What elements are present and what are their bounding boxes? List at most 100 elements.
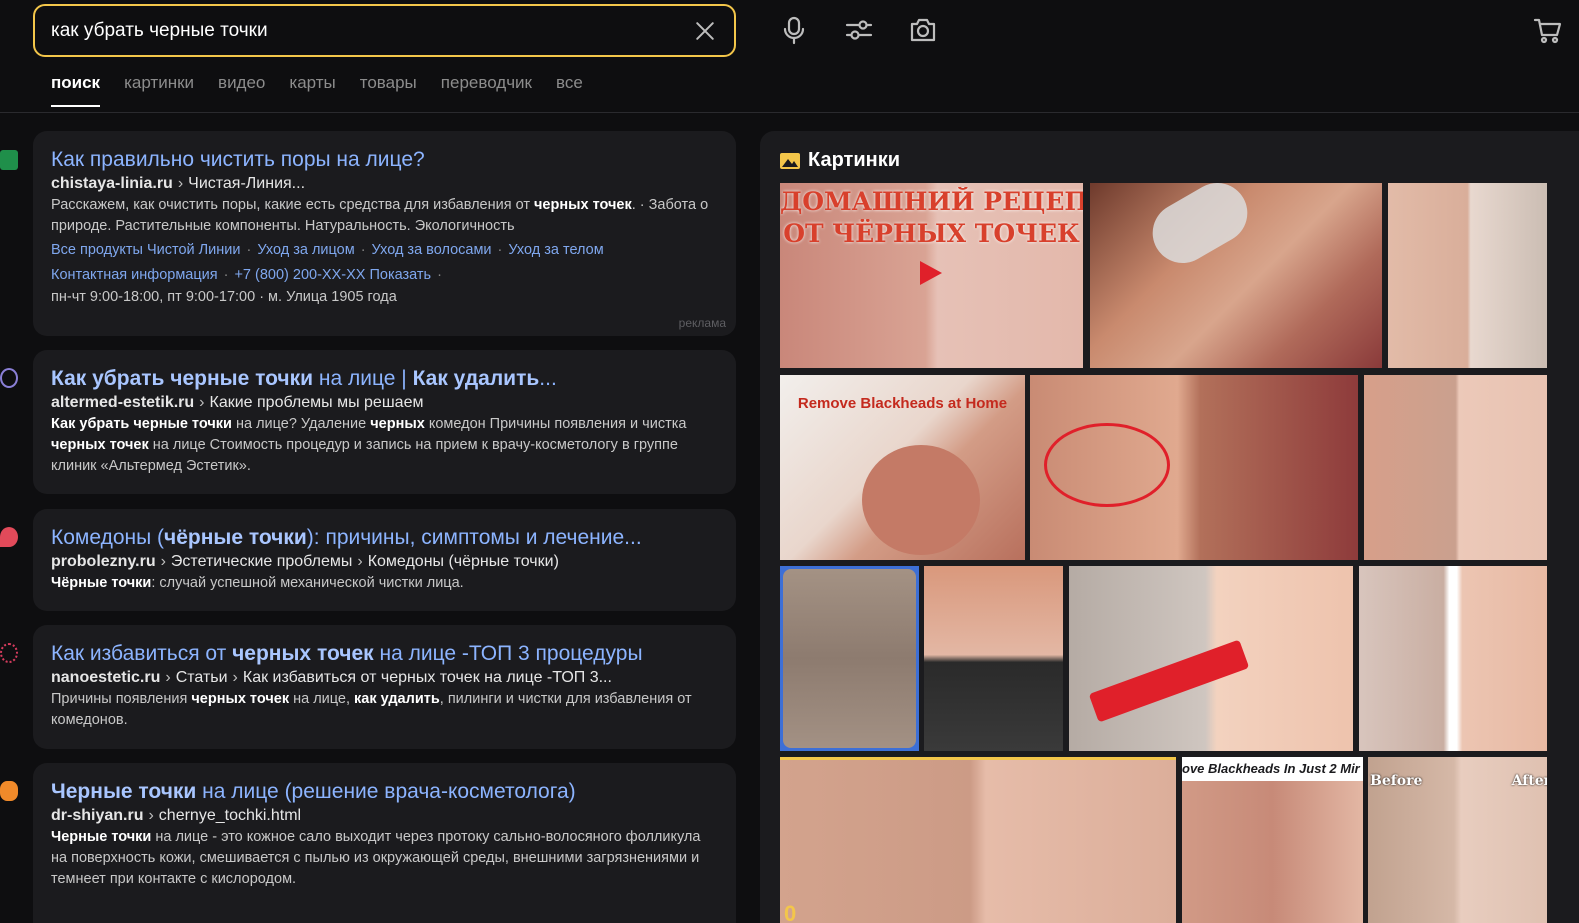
breadcrumb-separator: › [199,394,205,411]
breadcrumb-separator: › [357,553,363,570]
image-thumbnail-remove-at-home[interactable]: Remove Blackheads at Home [780,375,1025,560]
title-text: на лице (решение врача-косметолога) [196,780,576,803]
filters-icon[interactable] [843,14,875,46]
tab-video[interactable]: видео [218,73,265,105]
snippet-highlight: черных точек [51,437,149,453]
image-thumbnail-charcoal-mask[interactable] [924,566,1063,751]
thumbnail-caption: ОТ ЧЁРНЫХ ТОЧЕК [783,219,1080,248]
title-highlight: чёрные точки [164,526,307,549]
tab-translator[interactable]: переводчик [441,73,532,105]
microphone-icon[interactable] [778,14,810,46]
thumbnail-caption: Remove Blackheads at Home [797,395,1008,412]
probolezny-favicon [0,527,18,547]
tab-images[interactable]: картинки [124,73,194,105]
title-text: на лице -ТОП 3 процедуры [373,642,643,665]
nose-shape [862,445,980,555]
snippet-highlight: Черные точки [51,829,152,845]
result-url[interactable]: altermed-estetik.ru › Какие проблемы мы ре… [51,392,718,414]
result-path: Эстетические проблемы [170,553,353,570]
images-title: Картинки [808,149,901,171]
image-thumbnail-2-minutes[interactable]: ove Blackheads In Just 2 Mir [1182,757,1363,923]
red-circle-mark [1044,423,1170,507]
snippet-text: комедон Причины появления и чистка [424,416,687,432]
result-host: altermed-estetik.ru [51,394,195,411]
result-url[interactable]: chistaya-linia.ru › Чистая-Линия... [51,173,718,195]
image-thumbnail-pore-strip[interactable] [1069,566,1353,751]
result-hours: пн-чт 9:00-18:00, пт 9:00-17:00 · м. Ули… [51,289,397,305]
result-title[interactable]: Черные точки на лице (решение врача-косм… [51,779,718,805]
images-header[interactable]: Картинки [780,149,900,172]
result-snippet: Расскажем, как очистить поры, какие есть… [51,195,718,237]
result-title[interactable]: Комедоны (чёрные точки): причины, симпто… [51,525,718,551]
result-url[interactable]: nanoestetic.ru › Статьи › Как избавиться от … [51,667,718,689]
image-thumbnail-before-after-swab[interactable]: Before After [1368,757,1547,923]
snippet-highlight: Как убрать черные точки [51,416,232,432]
images-icon [780,152,800,169]
tab-products[interactable]: товары [360,73,417,105]
search-input[interactable] [51,19,692,42]
red-arrow-icon [920,261,942,285]
image-thumbnail-nose-circled[interactable] [1030,375,1358,560]
breadcrumb-separator: › [148,807,154,824]
contact-info-link[interactable]: Контактная информация [51,267,218,283]
result-path: Как избавиться от черных точек на лице -… [242,669,612,686]
title-text: Как избавиться от [51,642,233,665]
clear-search-button[interactable] [692,18,718,44]
ad-label: реклама [678,316,726,330]
search-result: Как избавиться от черных точек на лице -… [33,625,736,749]
dr-shiyan-favicon [0,781,18,801]
tab-all[interactable]: все [556,73,583,105]
result-contact-links: Контактная информация · +7 (800) 200-XX-XX… [51,267,442,283]
result-path: chernye_tochki.html [158,807,302,824]
red-arrow-icon [1088,639,1250,723]
result-title[interactable]: Как правильно чистить поры на лице? [51,147,718,173]
snippet-highlight: черных точек [534,197,632,213]
result-url[interactable]: probolezny.ru › Эстетические проблемы › Коме… [51,551,718,573]
title-highlight: Черные точки [51,780,197,803]
nanoestetic-favicon [0,643,18,663]
image-thumbnail-nose-lips[interactable]: 0 [780,757,1176,923]
snippet-text: Причины появления [51,691,192,707]
snippet-highlight: черных точек [191,691,290,707]
snippet-highlight: Чёрные точки [51,575,152,591]
search-result: Как убрать черные точки на лице | Как уд… [33,350,736,494]
breadcrumb-separator: › [160,553,166,570]
result-path: Комедоны (чёрные точки) [367,553,559,570]
result-url[interactable]: dr-shiyan.ru › chernye_tochki.html [51,805,718,827]
thumbnail-caption: ДОМАШНИЙ РЕЦЕПТ [780,187,1083,216]
snippet-text: : случай успешной механической чистки ли… [151,575,464,591]
thumbnail-caption: 0 [784,901,797,923]
snippet-text: на лице? Удаление [231,416,371,432]
search-result-ad: Как правильно чистить поры на лице? chis… [33,131,736,336]
image-thumbnail-home-recipe[interactable]: ДОМАШНИЙ РЕЦЕПТ ОТ ЧЁРНЫХ ТОЧЕК [780,183,1083,368]
breadcrumb-separator: › [232,669,238,686]
result-host: probolezny.ru [51,553,156,570]
result-path: Чистая-Линия... [188,175,306,192]
sitelink[interactable]: Уход за лицом [257,242,354,258]
image-thumbnail-before-after-noses[interactable] [1359,566,1547,751]
camera-icon[interactable] [907,14,939,46]
title-highlight: черных точек [232,642,374,665]
sitelink[interactable]: Уход за телом [508,242,603,258]
result-title[interactable]: Как убрать черные точки на лице | Как уд… [51,366,718,392]
title-highlight: Как удалить [412,367,540,390]
sitelink[interactable]: Уход за волосами [372,242,492,258]
image-thumbnail-blackheads-closeup[interactable] [780,566,919,751]
title-text: ... [539,367,557,390]
cart-icon[interactable] [1532,14,1564,46]
image-thumbnail-pores-grid[interactable] [1388,183,1547,368]
altermed-favicon [0,368,18,388]
images-panel: Картинки ДОМАШНИЙ РЕЦЕПТ ОТ ЧЁРНЫХ ТОЧЕК… [760,131,1579,923]
sitelink[interactable]: Все продукты Чистой Линии [51,242,241,258]
phone-show-link[interactable]: +7 (800) 200-XX-XX Показать [234,267,431,283]
snippet-highlight: как удалить [354,691,440,707]
result-title[interactable]: Как избавиться от черных точек на лице -… [51,641,718,667]
result-path: Какие проблемы мы решаем [209,394,424,411]
image-thumbnail-nose-strip[interactable] [1090,183,1382,368]
result-snippet: Черные точки на лице - это кожное сало в… [51,827,718,890]
thumbnail-caption: After [1511,773,1547,789]
image-thumbnail-before-after-grid[interactable] [1364,375,1547,560]
search-result: Комедоны (чёрные точки): причины, симпто… [33,509,736,611]
tab-search[interactable]: поиск [51,73,101,107]
tab-maps[interactable]: карты [289,73,335,105]
